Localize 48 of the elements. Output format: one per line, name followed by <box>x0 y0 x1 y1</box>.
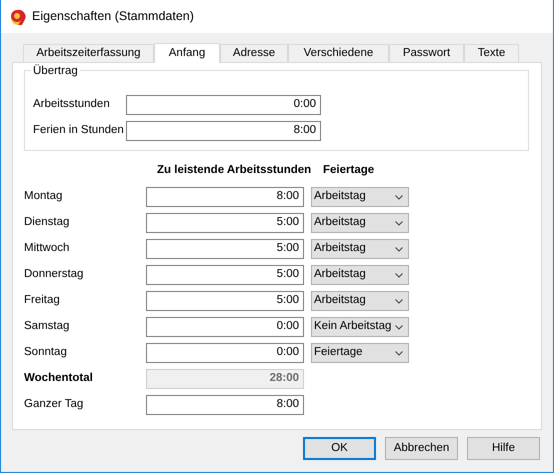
day-label: Montag <box>24 189 64 204</box>
dropdown[interactable]: Feiertage <box>311 343 409 363</box>
chevron-down-icon <box>395 298 403 304</box>
tab[interactable]: Adresse <box>220 44 288 62</box>
window-title: Eigenschaften (Stammdaten) <box>32 8 194 26</box>
tab[interactable]: Arbeitszeiterfassung <box>23 44 154 62</box>
column-header: Feiertage <box>323 163 374 178</box>
day-label: Donnerstag <box>24 267 84 282</box>
day-label: Mittwoch <box>24 241 70 256</box>
day-label: Samstag <box>24 319 70 334</box>
chevron-down-icon <box>395 194 403 200</box>
chevron-down-icon <box>395 324 403 330</box>
chevron-down-icon <box>395 220 403 226</box>
field-label: Arbeitsstunden <box>33 97 111 112</box>
input-field[interactable]: 0:00 <box>146 317 304 337</box>
tab[interactable]: Verschiedene <box>288 44 389 62</box>
dialog-button[interactable]: OK <box>303 437 376 460</box>
field-label: Ferien in Stunden <box>33 123 125 138</box>
app-logo-icon <box>8 8 26 26</box>
day-label: Freitag <box>24 293 61 308</box>
dialog-button[interactable]: Abbrechen <box>385 437 458 460</box>
field-label: Ganzer Tag <box>24 397 84 412</box>
dropdown[interactable]: Arbeitstag <box>311 239 409 259</box>
dropdown[interactable]: Arbeitstag <box>311 213 409 233</box>
input-field[interactable]: 0:00 <box>126 95 321 115</box>
input-field[interactable]: 8:00 <box>146 395 304 415</box>
input-field[interactable]: 8:00 <box>126 121 321 141</box>
input-field[interactable]: 5:00 <box>146 291 304 311</box>
column-header: Zu leistende Arbeitsstunden <box>157 163 312 178</box>
dropdown[interactable]: Arbeitstag <box>311 291 409 311</box>
chevron-down-icon <box>395 350 403 356</box>
input-field[interactable]: 5:00 <box>146 213 304 233</box>
tab[interactable]: Anfang <box>154 43 220 63</box>
tab[interactable]: Passwort <box>389 44 464 62</box>
chevron-down-icon <box>395 272 403 278</box>
dropdown[interactable]: Arbeitstag <box>311 265 409 285</box>
tab[interactable]: Texte <box>464 44 519 62</box>
input-field[interactable]: 5:00 <box>146 239 304 259</box>
day-label: Sonntag <box>24 345 68 360</box>
dropdown[interactable]: Arbeitstag <box>311 187 409 207</box>
dropdown[interactable]: Kein Arbeitstag <box>311 317 409 337</box>
input-field[interactable]: 5:00 <box>146 265 304 285</box>
chevron-down-icon <box>395 246 403 252</box>
input-field[interactable]: 0:00 <box>146 343 304 363</box>
total-label: Wochentotal <box>24 371 94 386</box>
input-field[interactable]: 8:00 <box>146 187 304 207</box>
day-label: Dienstag <box>24 215 70 230</box>
dialog-button[interactable]: Hilfe <box>467 437 540 460</box>
